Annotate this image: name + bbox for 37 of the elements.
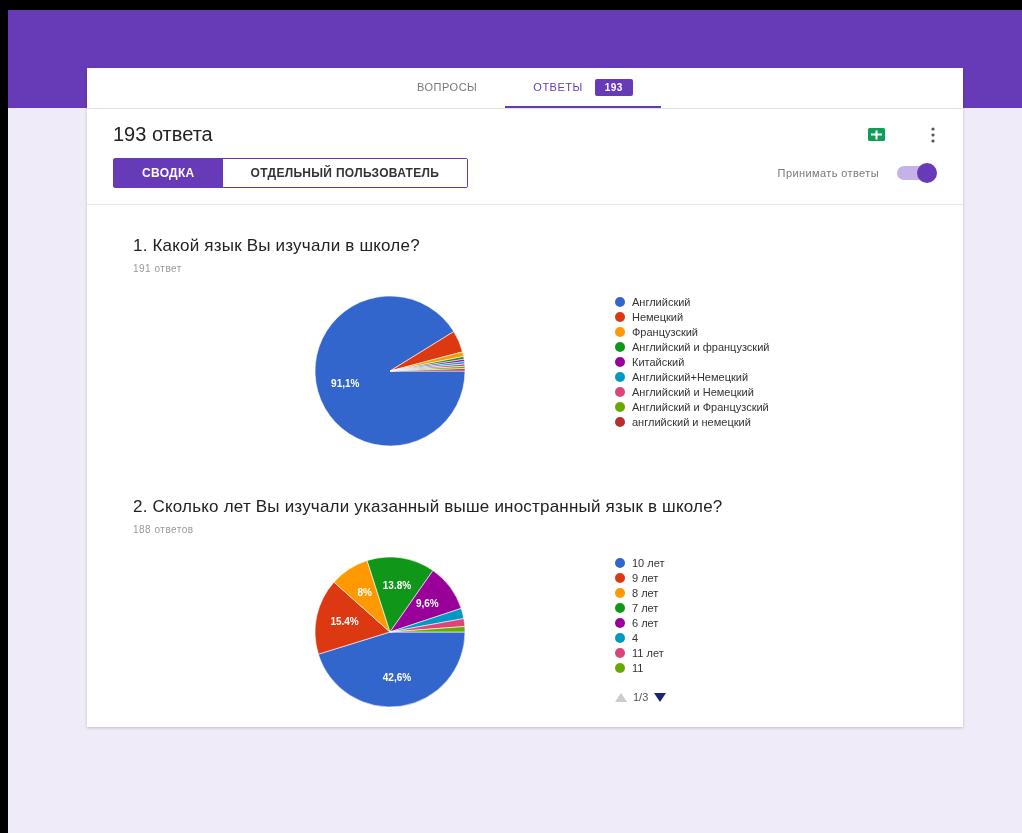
spreadsheet-icon[interactable] <box>868 128 885 141</box>
slice-label: 9,6% <box>415 598 439 610</box>
next-page-icon[interactable] <box>654 692 667 702</box>
slice-label: 13.8% <box>382 580 412 591</box>
legend-label: 9 лет <box>632 572 659 584</box>
more-icon[interactable] <box>931 126 935 143</box>
slice-label: 42,6% <box>382 672 412 683</box>
question-title: 1. Какой язык Вы изучали в школе? <box>133 235 421 257</box>
legend-label: Китайский <box>632 356 685 368</box>
responses-title: 193 ответа <box>113 123 213 146</box>
legend-label: Английский+Немецкий <box>632 371 749 383</box>
tab[interactable]: ОТВЕТЫ 193 <box>505 68 661 108</box>
legend-label: Английский и Немецкий <box>632 386 754 398</box>
legend-label: 11 <box>632 662 644 674</box>
response-count: 188 ответов <box>133 524 195 535</box>
legend-label: Английский и французский <box>632 341 770 353</box>
legend-label: английский и немецкий <box>632 416 751 428</box>
legend-label: 8 лет <box>632 587 659 599</box>
page-indicator: 1/3 <box>633 691 649 703</box>
accept-toggle[interactable] <box>897 166 935 180</box>
view-tab[interactable]: СВОДКА <box>114 159 223 187</box>
legend-label: 6 лет <box>632 617 659 629</box>
slice-label: 91,1% <box>331 377 360 389</box>
legend-label: Английский и Французский <box>632 401 769 413</box>
tab[interactable]: ВОПРОСЫ <box>389 68 506 108</box>
legend-label: 7 лет <box>632 602 659 614</box>
legend-label: 11 лет <box>632 647 664 659</box>
legend-label: Французский <box>632 326 698 338</box>
slice-label: 8% <box>357 587 372 599</box>
accept-label: Принимать ответы <box>777 167 879 179</box>
legend-label: 4 <box>632 632 639 644</box>
legend-label: Немецкий <box>632 311 684 323</box>
slice-label: 15.4% <box>330 616 359 628</box>
legend-label: Английский <box>632 296 691 308</box>
response-count: 191 ответ <box>133 263 183 274</box>
question-title: 2. Сколько лет Вы изучали указанный выше иностранный язык в школе? <box>133 496 724 518</box>
legend-label: 10 лет <box>632 557 665 569</box>
